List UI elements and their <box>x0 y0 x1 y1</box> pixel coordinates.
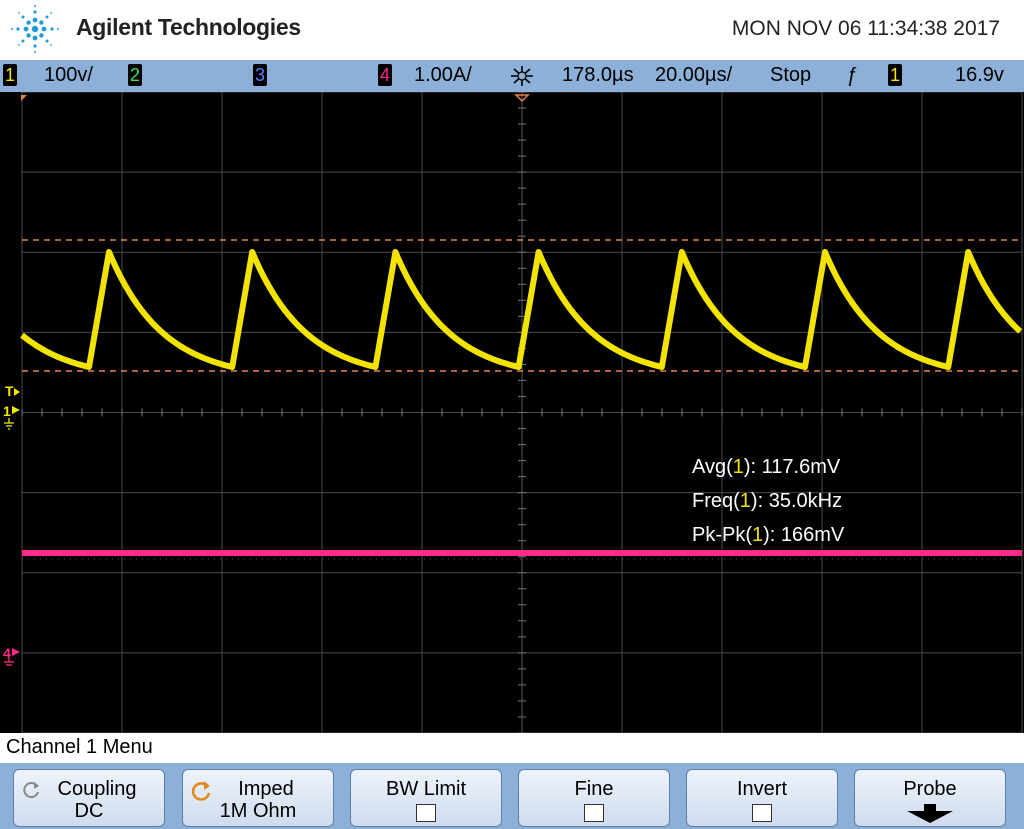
avg-measurement: Avg(1): 117.6mV <box>692 456 841 478</box>
bw-limit-softkey[interactable]: BW Limit <box>350 769 502 827</box>
ch4-ground-arrow-icon <box>12 648 20 656</box>
invert-checkbox[interactable] <box>752 804 772 822</box>
status-bar: 1 100v/ 2 3 4 1.00A/ 178.0µs 20.00µs/ St… <box>0 60 1024 92</box>
ch1-ground-symbol-icon <box>4 418 14 430</box>
pkpk-measurement: Pk-Pk(1): 166mV <box>692 524 845 546</box>
brand-name: Agilent Technologies <box>76 14 301 40</box>
fine-softkey[interactable]: Fine <box>518 769 670 827</box>
bw-limit-label: BW Limit <box>386 778 466 800</box>
timebase-delay-icon <box>511 66 533 86</box>
date-time: MON NOV 06 11:34:38 2017 <box>731 17 1000 40</box>
freq-measurement: Freq(1): 35.0kHz <box>692 490 843 512</box>
trigger-source-badge: 1 <box>888 64 902 86</box>
imped-softkey[interactable]: Imped 1M Ohm <box>182 769 334 827</box>
waveform-area: T 1 4 <box>0 92 1023 733</box>
coupling-softkey[interactable]: Coupling DC <box>13 769 165 827</box>
agilent-spark-logo-icon <box>11 5 59 53</box>
rotate-knob-icon <box>23 782 39 799</box>
ch1-scale: 100v/ <box>44 64 93 86</box>
ch4-trace <box>22 550 1022 556</box>
submenu-arrow-down-icon <box>907 804 953 823</box>
time-delay: 178.0µs <box>562 64 634 86</box>
ch1-badge[interactable]: 1 <box>3 64 17 86</box>
invert-label: Invert <box>736 778 788 800</box>
imped-value: 1M Ohm <box>219 800 297 822</box>
header: Agilent Technologies MON NOV 06 11:34:38… <box>0 0 1024 60</box>
trigger-edge-icon: ƒ <box>846 64 858 86</box>
menu-title: Channel 1 Menu <box>6 736 153 758</box>
ch4-badge[interactable]: 4 <box>378 64 392 86</box>
fine-label: Fine <box>574 778 614 800</box>
invert-softkey[interactable]: Invert <box>686 769 838 827</box>
bw-limit-checkbox[interactable] <box>416 804 436 822</box>
menu-title-bar: Channel 1 Menu <box>0 733 1024 763</box>
rotate-knob-icon <box>191 781 211 801</box>
left-delay-marker <box>21 95 27 101</box>
ch4-ground-marker[interactable]: 4 <box>3 645 11 661</box>
imped-label: Imped <box>238 778 294 800</box>
run-state: Stop <box>770 64 812 86</box>
trigger-level: 16.9v <box>955 64 1004 86</box>
scope-display: T 1 4 Avg(1): 117.6mV Freq(1): 35.0kHz P… <box>0 92 1024 733</box>
probe-softkey[interactable]: Probe <box>854 769 1006 827</box>
ch2-badge[interactable]: 2 <box>128 64 142 86</box>
coupling-value: DC <box>74 800 104 822</box>
probe-label: Probe <box>903 778 957 800</box>
ch4-scale: 1.00A/ <box>414 64 472 86</box>
measurement-readout: Avg(1): 117.6mV Freq(1): 35.0kHz Pk-Pk(1… <box>692 450 844 552</box>
softkey-bar: Coupling DC Imped 1M Ohm BW Limit Fine I… <box>0 763 1024 829</box>
fine-checkbox[interactable] <box>584 804 604 822</box>
ch1-trace <box>20 249 1023 370</box>
coupling-label: Coupling <box>57 778 137 800</box>
ch1-ground-arrow-icon <box>12 406 20 414</box>
trigger-level-marker[interactable]: T <box>5 383 14 399</box>
ch1-ground-marker[interactable]: 1 <box>3 403 11 419</box>
time-scale: 20.00µs/ <box>655 64 733 86</box>
ch3-badge[interactable]: 3 <box>253 64 267 86</box>
